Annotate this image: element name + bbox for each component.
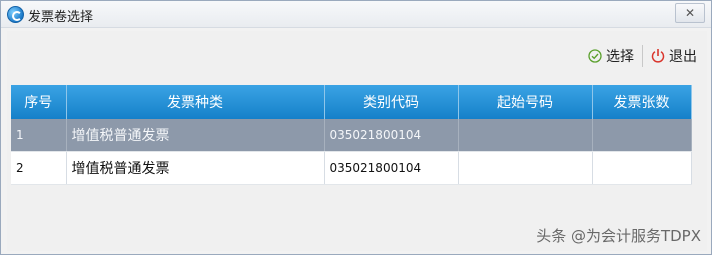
select-button-label: 选择 [606,49,634,65]
cell-invoice-type: 增值税普通发票 [66,119,325,152]
toolbar: 选择 退出 [588,45,697,67]
dialog-content: 选择 退出 序号 发票种类 类别代码 起始号码 发票张数 1 增值税普通发票 0… [7,31,707,251]
close-button[interactable]: ✕ [675,3,705,23]
table-row[interactable]: 2 增值税普通发票 035021800104 [11,151,692,186]
cell-category-code: 035021800104 [324,119,459,152]
cell-start-number [458,119,593,152]
power-icon [651,49,665,63]
column-header-count[interactable]: 发票张数 [592,85,692,119]
window-title: 发票卷选择 [28,10,94,25]
check-circle-icon [588,49,602,63]
cell-category-code: 035021800104 [324,151,459,186]
cell-start-number [458,151,593,186]
column-header-start-number[interactable]: 起始号码 [458,85,593,119]
table-header-row: 序号 发票种类 类别代码 起始号码 发票张数 [11,85,692,119]
toolbar-divider [642,45,643,67]
exit-button[interactable]: 退出 [651,46,697,66]
exit-button-label: 退出 [669,49,697,65]
table-row[interactable]: 1 增值税普通发票 035021800104 [11,119,692,152]
cell-index: 1 [11,119,67,152]
cell-invoice-count [592,151,692,186]
app-logo-icon [7,6,24,23]
watermark-text: 头条 @为会计服务TDPX [536,227,701,245]
column-header-index[interactable]: 序号 [11,85,67,119]
column-header-code[interactable]: 类别代码 [324,85,459,119]
select-button[interactable]: 选择 [588,46,634,66]
cell-invoice-type: 增值税普通发票 [66,151,325,186]
invoice-roll-table: 序号 发票种类 类别代码 起始号码 发票张数 1 增值税普通发票 0350218… [11,85,692,186]
column-header-type[interactable]: 发票种类 [66,85,325,119]
cell-index: 2 [11,151,67,186]
invoice-roll-dialog: 发票卷选择 ✕ 选择 退出 序号 发票种类 类别代码 起始号码 发票张数 1 增… [0,0,712,255]
cell-invoice-count [592,119,692,152]
title-bar: 发票卷选择 ✕ [1,1,711,28]
